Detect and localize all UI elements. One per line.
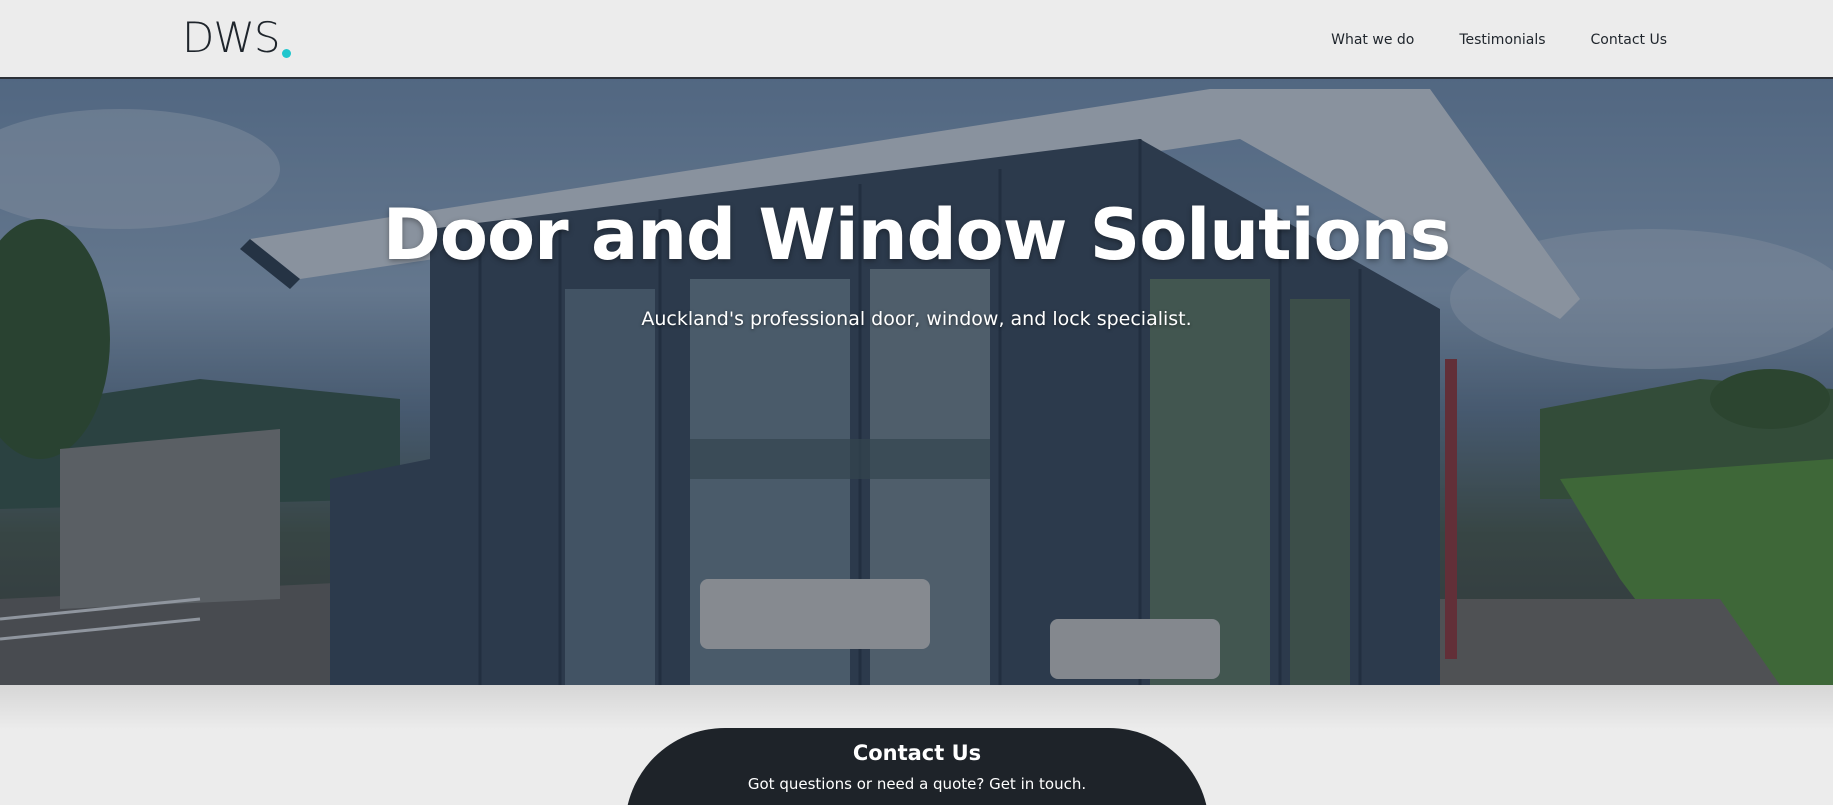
contact-panel: Contact Us Got questions or need a quote… [625,728,1209,805]
contact-subtitle: Got questions or need a quote? Get in to… [747,775,1087,793]
logo[interactable]: DWS [182,16,291,60]
contact-title: Contact Us [852,741,982,765]
nav-link-what-we-do[interactable]: What we do [1331,32,1414,48]
hero-bottom-shadow [0,685,1833,730]
site-header: DWS What we do Testimonials Contact Us [0,0,1833,79]
hero-subtitle: Auckland's professional door, window, an… [641,308,1192,330]
logo-dot-icon [281,49,291,58]
hero-title: Door and Window Solutions [382,194,1451,276]
nav-link-contact-us[interactable]: Contact Us [1591,32,1667,48]
hero-overlay [0,79,1833,685]
main-nav: What we do Testimonials Contact Us [1331,0,1667,79]
logo-text: DWS [182,13,281,62]
nav-link-testimonials[interactable]: Testimonials [1459,32,1545,48]
hero-section: Door and Window Solutions Auckland's pro… [0,79,1833,685]
